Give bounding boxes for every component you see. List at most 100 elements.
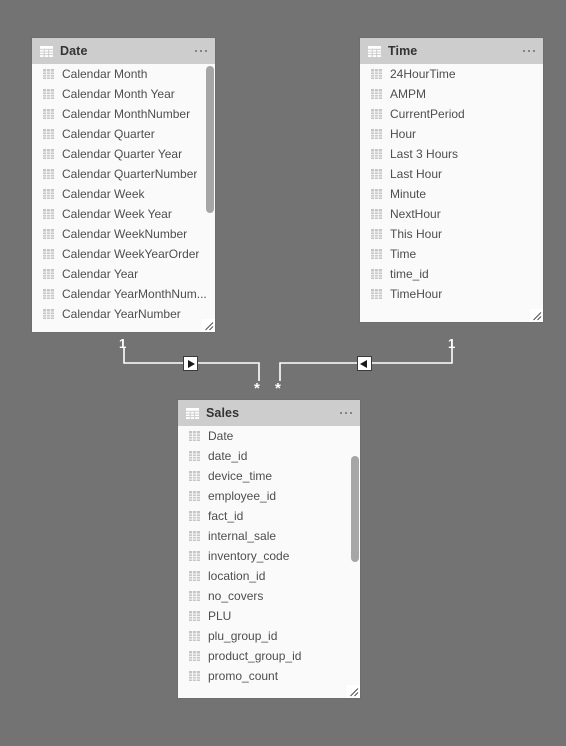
field-row[interactable]: plu_group_id xyxy=(178,626,360,646)
field-row[interactable]: Calendar WeekYearOrder xyxy=(32,244,215,264)
table-card-sales[interactable]: Sales Date date_id device_time employee_id f… xyxy=(178,400,360,698)
field-row[interactable]: This Hour xyxy=(360,224,543,244)
field-row[interactable]: Last 3 Hours xyxy=(360,144,543,164)
resize-handle-time[interactable] xyxy=(530,309,543,322)
field-row[interactable]: promo_count xyxy=(178,666,360,686)
field-row[interactable]: Time xyxy=(360,244,543,264)
field-row[interactable]: device_time xyxy=(178,466,360,486)
field-grid-icon xyxy=(371,109,382,119)
table-menu-time-button[interactable] xyxy=(519,46,537,57)
field-row[interactable]: date_id xyxy=(178,446,360,466)
resize-handle-sales[interactable] xyxy=(347,685,360,698)
field-row[interactable]: fact_id xyxy=(178,506,360,526)
field-row[interactable]: time_id xyxy=(360,264,543,284)
field-row[interactable]: internal_sale xyxy=(178,526,360,546)
field-grid-icon xyxy=(189,431,200,441)
field-name: This Hour xyxy=(390,227,443,241)
field-grid-icon xyxy=(43,249,54,259)
field-grid-icon xyxy=(43,169,54,179)
field-row[interactable]: Calendar MonthNumber xyxy=(32,104,215,124)
field-list-date[interactable]: Calendar Month Calendar Month Year Calenda… xyxy=(32,64,215,332)
table-header-time[interactable]: Time xyxy=(360,38,543,64)
field-row[interactable]: Minute xyxy=(360,184,543,204)
field-grid-icon xyxy=(371,149,382,159)
scrollbar-thumb-date[interactable] xyxy=(206,66,214,213)
field-row[interactable]: NextHour xyxy=(360,204,543,224)
field-name: promo_count xyxy=(208,669,279,683)
field-row[interactable]: product_group_id xyxy=(178,646,360,666)
field-name: PLU xyxy=(208,609,232,623)
field-name: Time xyxy=(390,247,417,261)
table-card-date[interactable]: Date Calendar Month Calendar Month Year Ca… xyxy=(32,38,215,332)
field-grid-icon xyxy=(43,269,54,279)
field-name: Hour xyxy=(390,127,417,141)
table-menu-date-button[interactable] xyxy=(191,46,209,57)
model-view-canvas[interactable]: 1 * 1 * Date Calendar Month Calendar Mon… xyxy=(0,0,566,746)
dot-2 xyxy=(527,49,530,53)
field-row[interactable]: Calendar Quarter Year xyxy=(32,144,215,164)
arrow-left-icon[interactable] xyxy=(357,356,372,371)
field-row[interactable]: Calendar Week Year xyxy=(32,204,215,224)
field-name: Calendar Week xyxy=(62,187,145,201)
field-list-sales[interactable]: Date date_id device_time employee_id fact_id… xyxy=(178,426,360,698)
field-grid-icon xyxy=(371,129,382,139)
field-grid-icon xyxy=(189,631,200,641)
table-header-date[interactable]: Date xyxy=(32,38,215,64)
field-row[interactable]: Calendar WeekNumber xyxy=(32,224,215,244)
field-row[interactable]: inventory_code xyxy=(178,546,360,566)
dot-3 xyxy=(204,49,207,53)
table-card-time[interactable]: Time 24HourTime AMPM CurrentPeriod Hour Last… xyxy=(360,38,543,322)
triangle-left-glyph xyxy=(360,359,367,368)
field-grid-icon xyxy=(189,611,200,621)
cardinality-sales-many-date: * xyxy=(254,380,260,397)
field-grid-icon xyxy=(371,189,382,199)
field-name: location_id xyxy=(208,569,266,583)
field-row[interactable]: Calendar QuarterNumber xyxy=(32,164,215,184)
field-row[interactable]: employee_id xyxy=(178,486,360,506)
field-name: Last 3 Hours xyxy=(390,147,459,161)
scrollbar-thumb-sales[interactable] xyxy=(351,456,359,562)
table-header-sales[interactable]: Sales xyxy=(178,400,360,426)
field-row[interactable]: Hour xyxy=(360,124,543,144)
field-row[interactable]: Calendar Week xyxy=(32,184,215,204)
field-row[interactable]: Calendar Month Year xyxy=(32,84,215,104)
resize-handle-date[interactable] xyxy=(202,319,215,332)
dot-1 xyxy=(194,49,197,53)
field-name: Calendar Month xyxy=(62,67,148,81)
table-grid-icon xyxy=(368,45,381,57)
field-row[interactable]: location_id xyxy=(178,566,360,586)
field-list-time[interactable]: 24HourTime AMPM CurrentPeriod Hour Last 3 Ho… xyxy=(360,64,543,322)
field-grid-icon xyxy=(371,69,382,79)
field-name: Date xyxy=(208,429,234,443)
field-row[interactable]: AMPM xyxy=(360,84,543,104)
field-grid-icon xyxy=(43,69,54,79)
field-grid-icon xyxy=(189,571,200,581)
field-row[interactable]: Last Hour xyxy=(360,164,543,184)
field-name: product_group_id xyxy=(208,649,302,663)
field-name: Calendar Quarter xyxy=(62,127,155,141)
field-name: Calendar QuarterNumber xyxy=(62,167,198,181)
table-grid-icon xyxy=(40,45,53,57)
table-menu-sales-button[interactable] xyxy=(336,408,354,419)
scrollbar-track-sales[interactable] xyxy=(351,428,359,696)
field-row[interactable]: Calendar YearNumber xyxy=(32,304,215,324)
field-row[interactable]: PLU xyxy=(178,606,360,626)
dot-1 xyxy=(339,411,342,415)
field-row[interactable]: Calendar Year xyxy=(32,264,215,284)
field-row[interactable]: CurrentPeriod xyxy=(360,104,543,124)
field-name: device_time xyxy=(208,469,273,483)
field-row[interactable]: 24HourTime xyxy=(360,64,543,84)
field-row[interactable]: Calendar Quarter xyxy=(32,124,215,144)
field-row[interactable]: Calendar Month xyxy=(32,64,215,84)
field-row[interactable]: no_covers xyxy=(178,586,360,606)
field-name: Calendar Quarter Year xyxy=(62,147,183,161)
dot-3 xyxy=(532,49,535,53)
arrow-right-icon[interactable] xyxy=(183,356,198,371)
field-row[interactable]: Calendar YearMonthNum... xyxy=(32,284,215,304)
field-row[interactable]: TimeHour xyxy=(360,284,543,304)
field-name: Minute xyxy=(390,187,427,201)
field-name: CurrentPeriod xyxy=(390,107,465,121)
field-grid-icon xyxy=(43,209,54,219)
field-row[interactable]: Date xyxy=(178,426,360,446)
scrollbar-track-date[interactable] xyxy=(206,66,214,330)
